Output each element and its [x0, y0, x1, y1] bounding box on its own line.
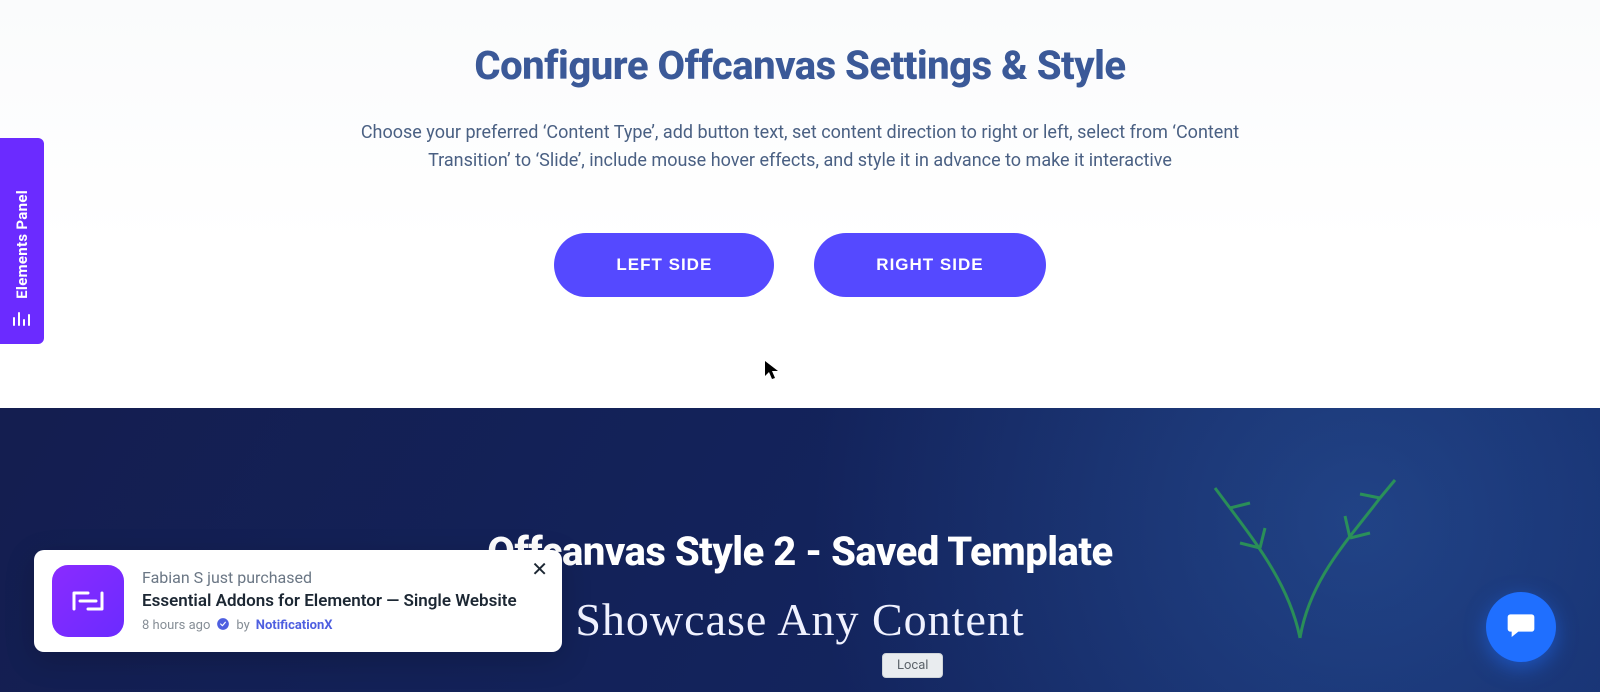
chat-icon [1505, 609, 1537, 645]
toast-by-label: by [236, 618, 249, 633]
left-side-button[interactable]: LEFT SIDE [554, 233, 774, 297]
toast-meta: 8 hours ago by NotificationX [142, 617, 544, 635]
toast-line1: Fabian S just purchased [142, 568, 544, 587]
chat-fab-button[interactable] [1486, 592, 1556, 662]
elements-panel-label: Elements Panel [13, 190, 31, 299]
hero-button-row: LEFT SIDE RIGHT SIDE [0, 233, 1600, 297]
toast-line2: Essential Addons for Elementor — Single … [142, 591, 544, 611]
toast-logo-icon [52, 565, 124, 637]
toast-time: 8 hours ago [142, 618, 210, 633]
hero-title: Configure Offcanvas Settings & Style [0, 0, 1600, 89]
right-side-button[interactable]: RIGHT SIDE [814, 233, 1045, 297]
hero-section: Configure Offcanvas Settings & Style Cho… [0, 0, 1600, 408]
verified-icon [216, 617, 230, 635]
notification-toast[interactable]: Fabian S just purchased Essential Addons… [34, 550, 562, 652]
elements-panel-tab[interactable]: Elements Panel [0, 138, 44, 344]
toast-close-button[interactable]: ✕ [531, 560, 548, 580]
close-icon: ✕ [531, 559, 548, 581]
local-badge: Local [882, 653, 943, 678]
toast-brand: NotificationX [256, 618, 333, 633]
toast-info: Fabian S just purchased Essential Addons… [142, 568, 544, 635]
hero-description: Choose your preferred ‘Content Type’, ad… [340, 119, 1260, 175]
bars-icon [13, 311, 31, 330]
